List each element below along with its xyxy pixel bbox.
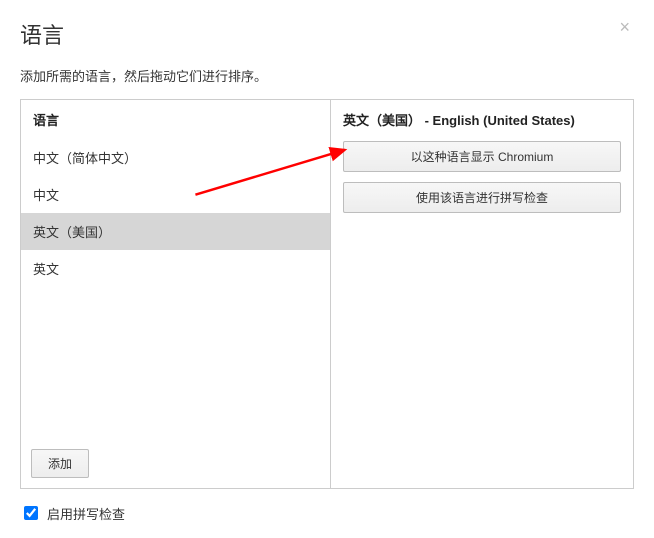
language-item[interactable]: 英文 [21,250,330,287]
add-row: 添加 [21,439,330,488]
enable-spellcheck-checkbox[interactable] [24,506,38,520]
language-item[interactable]: 中文（简体中文） [21,139,330,176]
language-list-panel: 语言 中文（简体中文） 中文 英文（美国） 英文 添加 [21,100,331,488]
language-list-header: 语言 [21,100,330,139]
selected-language-header: 英文（美国） - English (United States) [343,110,621,129]
enable-spellcheck-row: 启用拼写检查 [20,503,634,523]
language-item-selected[interactable]: 英文（美国） [21,213,330,250]
language-list: 中文（简体中文） 中文 英文（美国） 英文 [21,139,330,439]
language-item[interactable]: 中文 [21,176,330,213]
dialog-title: 语言 [20,18,615,50]
spellcheck-language-button[interactable]: 使用该语言进行拼写检查 [343,182,621,213]
display-in-language-button[interactable]: 以这种语言显示 Chromium [343,141,621,172]
panels: 语言 中文（简体中文） 中文 英文（美国） 英文 添加 英文（美国） - Eng… [20,99,634,489]
language-detail-panel: 英文（美国） - English (United States) 以这种语言显示… [331,100,633,488]
add-language-button[interactable]: 添加 [31,449,89,478]
close-icon[interactable]: × [615,18,634,36]
dialog-subtitle: 添加所需的语言，然后拖动它们进行排序。 [20,66,634,85]
language-dialog: 语言 × 添加所需的语言，然后拖动它们进行排序。 语言 中文（简体中文） 中文 … [0,0,654,533]
title-row: 语言 × [20,18,634,50]
enable-spellcheck-label: 启用拼写检查 [47,504,125,523]
